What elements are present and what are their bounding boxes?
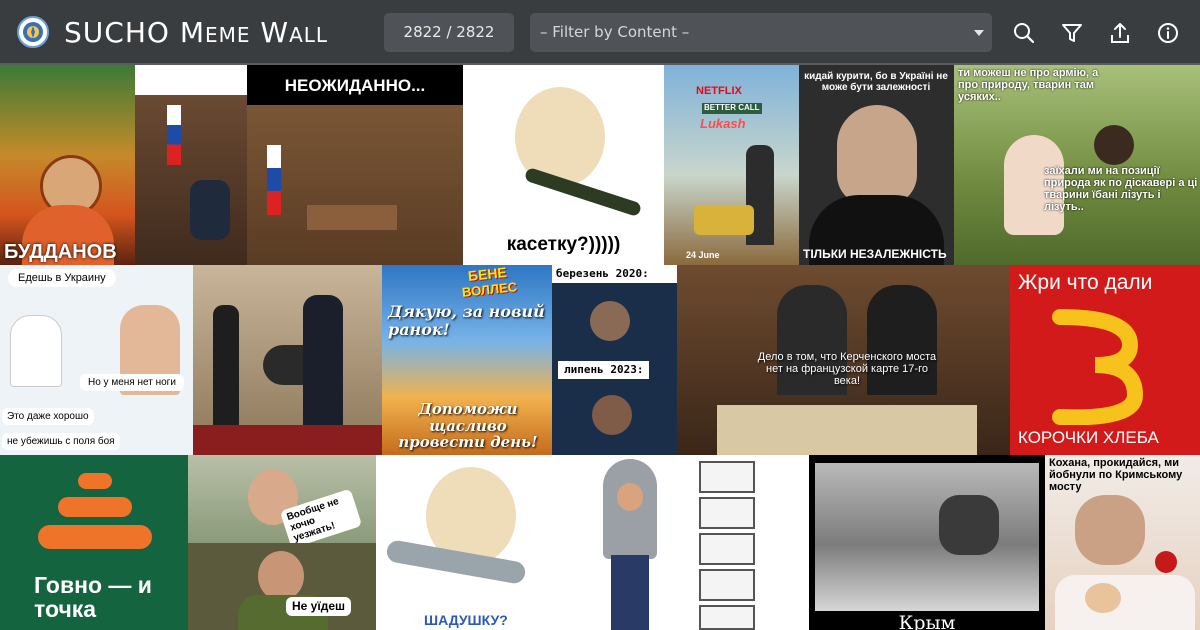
meme-tile-mcdonalds[interactable]: Жри что дали КОРОЧКИ ХЛЕБА: [1010, 265, 1200, 455]
meme-tile-ne-uidesh[interactable]: Вообще не хочю уезжать! Не уїдеш: [188, 455, 376, 630]
meme-tile-berezen[interactable]: березень 2020: липень 2023:: [552, 265, 677, 455]
search-icon: [1014, 23, 1035, 44]
man-figure: [1075, 495, 1145, 565]
comic-panel: [699, 569, 755, 601]
meme-tile-putin-toilet[interactable]: [135, 65, 247, 265]
meme-caption: ти можеш не про армію, а про природу, тв…: [958, 67, 1099, 104]
comic-panel: [699, 461, 755, 493]
car-shape: [694, 205, 754, 235]
meme-caption: Это даже хорошо: [2, 408, 94, 425]
image-counter[interactable]: 2822 / 2822: [384, 13, 514, 52]
sucho-logo-emblem: [20, 19, 46, 45]
jeans-shape: [611, 555, 649, 630]
meme-caption: Говно — и точка: [34, 572, 152, 623]
meme-caption: Не уїдеш: [286, 597, 352, 617]
standing-figure: [213, 305, 239, 425]
face-figure: [590, 301, 630, 341]
meme-tile-shark-costume[interactable]: [565, 455, 695, 630]
meme-caption: касетку?))))): [506, 234, 621, 255]
man-figure: [1094, 125, 1134, 165]
meme-caption: BETTER CALL: [702, 103, 762, 114]
meme-caption: Крым: [898, 612, 956, 630]
carpet-shape: [193, 425, 382, 455]
meme-tile-kohana[interactable]: Кохана, прокидайся, ми йобнули по Кримсь…: [1045, 455, 1200, 630]
meme-caption: Дякую, за новий ранок!: [388, 302, 545, 339]
meme-caption: БУДДАНОВ: [4, 241, 117, 263]
face-figure: [1085, 583, 1121, 613]
sunbather-figure: [939, 495, 999, 555]
standing-figure: [303, 295, 343, 425]
meme-tile-kasetku[interactable]: касетку?))))): [463, 65, 664, 265]
netflix-logo: NETFLIX: [696, 85, 742, 97]
meme-tile-painting[interactable]: ти можеш не про армію, а про природу, тв…: [954, 65, 1200, 265]
meme-caption: Кохана, прокидайся, ми йобнули по Кримсь…: [1049, 457, 1183, 494]
meme-caption: 24 June: [686, 250, 720, 260]
meme-caption: заїхали ми на позиції природа як по діск…: [1044, 165, 1198, 214]
flag-shape: [167, 105, 181, 165]
meme-tile-govno[interactable]: Говно — и точка: [0, 455, 188, 630]
info-button[interactable]: [1155, 20, 1181, 46]
meme-tile-krym[interactable]: Крым: [809, 455, 1045, 630]
flag-shape: [267, 145, 281, 215]
face-figure: [592, 395, 632, 435]
office-scene: [135, 95, 247, 265]
filter-select-value: – Filter by Content –: [540, 23, 690, 41]
meme-tile-neozhidanno[interactable]: НЕОЖИДАННО...: [247, 65, 463, 265]
upload-button[interactable]: [1107, 20, 1133, 46]
logo-bar: [38, 525, 152, 549]
filter-button[interactable]: [1059, 20, 1085, 46]
meme-caption: липень 2023:: [558, 361, 650, 380]
face-figure: [617, 483, 643, 511]
comic-panel: [699, 497, 755, 529]
face-figure: [258, 551, 304, 601]
meme-caption: Lukash: [700, 116, 746, 131]
map-shape: [717, 405, 977, 455]
bed-shape: [1055, 575, 1195, 630]
meme-caption: Едешь в Украину: [8, 269, 116, 288]
comic-panel: [699, 605, 755, 630]
meme-caption: Жри что дали: [1018, 271, 1153, 294]
filter-select[interactable]: – Filter by Content –: [530, 13, 992, 52]
filter-icon: [1062, 24, 1082, 42]
doctor-figure: [10, 315, 62, 387]
meme-tile-ukraine-doctor[interactable]: Едешь в Украину Но у меня нет ноги Это д…: [0, 265, 193, 455]
rose-shape: [1155, 551, 1177, 573]
meme-caption: не убежишь с поля боя: [2, 433, 120, 450]
meme-caption: ВОЛЛЕС: [461, 279, 518, 300]
meme-caption: березень 2020:: [552, 265, 677, 284]
meme-tile-independence[interactable]: кидай курити, бо в Україні не може бути …: [799, 65, 954, 265]
app-title: SUCHO Meme Wall: [64, 16, 329, 49]
meme-caption: ТІЛЬКИ НЕЗАЛЕЖНІСТЬ: [803, 247, 947, 261]
meme-caption: НЕОЖИДАННО...: [284, 76, 426, 95]
meme-caption: КОРОЧКИ ХЛЕБА: [1018, 428, 1159, 447]
top-bar: SUCHO Meme Wall 2822 / 2822 – Filter by …: [0, 0, 1200, 65]
beach-scene: [815, 463, 1039, 611]
upload-icon: [1111, 23, 1129, 43]
logo-bar: [58, 497, 132, 517]
desk-shape: [307, 205, 397, 230]
meme-caption: Допоможи щасливо провести день!: [398, 400, 538, 451]
meme-tile-better-call[interactable]: NETFLIX BETTER CALL Lukash 24 June: [664, 65, 799, 265]
meme-caption: Дело в том, что Керченского моста нет на…: [757, 351, 937, 388]
seated-figure: [190, 180, 230, 240]
portrait-figure: [837, 105, 917, 205]
meme-tile-kerch-map[interactable]: Дело в том, что Керченского моста нет на…: [677, 265, 1010, 455]
meme-caption: кидай курити, бо в Україні не може бути …: [804, 71, 948, 93]
comic-panel: [699, 533, 755, 565]
meme-tile-pepe-comic[interactable]: [695, 455, 809, 630]
search-button[interactable]: [1011, 20, 1037, 46]
chevron-down-icon: [974, 30, 984, 36]
meme-tile-budanov[interactable]: БУДДАНОВ: [0, 65, 135, 265]
meme-caption: Но у меня нет ноги: [80, 374, 184, 391]
meme-caption: ШАДУШКУ?: [424, 612, 508, 628]
golden-arches-icon: [1052, 309, 1144, 425]
info-icon: [1158, 23, 1178, 43]
meme-tile-shadushku[interactable]: ШАДУШКУ?: [376, 455, 565, 630]
logo-bar: [78, 473, 112, 489]
meme-tile-bowing[interactable]: [193, 265, 382, 455]
meme-tile-bene-volles[interactable]: БЕНЕ ВОЛЛЕС Дякую, за новий ранок! Допом…: [382, 265, 552, 455]
sucho-logo[interactable]: [17, 16, 49, 48]
